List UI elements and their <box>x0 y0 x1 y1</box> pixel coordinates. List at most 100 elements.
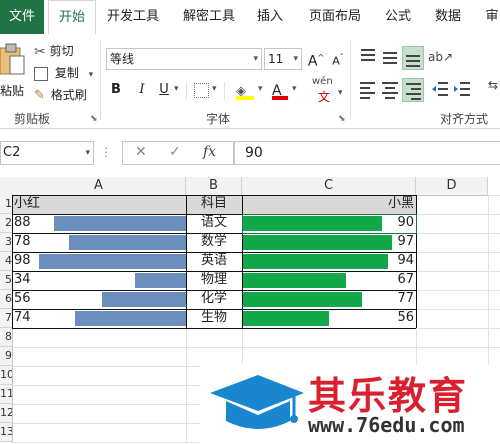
cell-score-a[interactable]: 34 <box>12 271 186 289</box>
underline-button[interactable]: U <box>154 80 174 100</box>
font-name-select[interactable]: 等线 ▾ <box>106 48 262 70</box>
align-left-icon <box>360 82 375 99</box>
table-border <box>12 290 416 291</box>
cell-score-c[interactable]: 77 <box>242 290 416 308</box>
increase-indent-button[interactable] <box>452 78 472 100</box>
cell-score-a[interactable]: 78 <box>12 233 186 251</box>
chevron-down-icon[interactable]: ▾ <box>212 84 217 94</box>
table-border <box>12 328 416 329</box>
chevron-down-icon: ▾ <box>253 54 258 64</box>
cell-header-c[interactable]: 小黑 <box>242 195 416 213</box>
column-header-d[interactable]: D <box>416 177 488 196</box>
orientation-icon[interactable]: ab↗ <box>428 50 453 64</box>
copy-button[interactable]: 复制 ▾ <box>34 63 93 83</box>
column-header-c[interactable]: C <box>242 177 416 196</box>
tab-home[interactable]: 开始 <box>48 0 96 36</box>
cell-score-a[interactable]: 74 <box>12 309 186 327</box>
cell-subject[interactable]: 语文 <box>186 214 242 232</box>
copy-dropdown-icon: ▾ <box>88 70 94 80</box>
chevron-down-icon[interactable]: ▾ <box>85 142 90 164</box>
bold-button[interactable]: B <box>106 80 126 100</box>
clipboard-launcher-icon[interactable]: ⬊ <box>90 114 98 124</box>
row-header[interactable]: 11 <box>0 385 13 404</box>
cut-button[interactable]: ✂ 剪切 <box>34 41 74 61</box>
italic-button[interactable]: I <box>132 80 152 100</box>
cell-subject[interactable]: 物理 <box>186 271 242 289</box>
font-launcher-icon[interactable]: ⬊ <box>338 114 346 124</box>
chevron-down-icon[interactable]: ▾ <box>292 84 297 94</box>
cell-subject[interactable]: 化学 <box>186 290 242 308</box>
group-separator <box>100 40 101 120</box>
tab-review[interactable]: 审 <box>482 0 500 34</box>
chevron-down-icon[interactable]: ▾ <box>258 84 263 94</box>
align-top-button[interactable] <box>358 46 378 68</box>
enter-icon[interactable]: ✓ <box>169 144 181 160</box>
cell-score-c[interactable]: 97 <box>242 233 416 251</box>
align-center-button[interactable] <box>380 78 400 100</box>
row-header[interactable]: 9 <box>0 347 13 366</box>
column-header-a[interactable]: A <box>12 177 186 196</box>
tab-developer[interactable]: 开发工具 <box>100 0 166 34</box>
divider <box>186 82 187 100</box>
formula-bar-handle-icon[interactable]: ⋮ <box>100 145 112 159</box>
cancel-icon[interactable]: ✕ <box>135 144 147 160</box>
align-right-button[interactable] <box>402 78 424 102</box>
font-color-button[interactable]: A <box>272 80 290 102</box>
borders-icon[interactable] <box>194 83 209 98</box>
table-border <box>12 271 416 272</box>
format-painter-button[interactable]: ✎ 格式刷 <box>34 85 87 105</box>
align-right-icon <box>406 83 421 100</box>
decrease-indent-button[interactable] <box>430 78 450 100</box>
cell-score-c[interactable]: 56 <box>242 309 416 327</box>
cut-label: 剪切 <box>49 44 74 58</box>
row-header[interactable]: 12 <box>0 404 13 423</box>
cell-subject[interactable]: 英语 <box>186 252 242 270</box>
grow-font-button[interactable]: A^ <box>306 48 326 70</box>
cell-score-c[interactable]: 94 <box>242 252 416 270</box>
fill-color-swatch <box>236 96 254 100</box>
cell-score-a[interactable]: 88 <box>12 214 186 232</box>
chevron-down-icon[interactable]: ▾ <box>338 88 343 98</box>
align-bottom-button[interactable] <box>402 46 424 70</box>
cell-score-c[interactable]: 67 <box>242 271 416 289</box>
insert-function-icon[interactable]: fx <box>203 144 216 160</box>
table-border <box>186 195 187 328</box>
worksheet-grid[interactable]: A B C D 1 2 3 4 5 6 7 8 9 10 11 12 13 小红 科目 小黑 88 语文 90 78 数学 97 9… <box>0 177 500 444</box>
shrink-font-button[interactable]: Aˇ <box>328 48 348 68</box>
brand-url: www.76edu.com <box>308 413 465 437</box>
chevron-down-icon[interactable]: ▾ <box>174 84 179 94</box>
wrap-text-icon[interactable]: ⇆ <box>488 78 500 100</box>
row-header[interactable]: 10 <box>0 366 13 385</box>
cell-subject[interactable]: 生物 <box>186 309 242 327</box>
cell-header-b[interactable]: 科目 <box>186 195 242 213</box>
cell-score-a[interactable]: 98 <box>12 252 186 270</box>
tab-insert[interactable]: 插入 <box>250 0 290 34</box>
font-size-select[interactable]: 11 ▾ <box>264 48 302 70</box>
tab-file[interactable]: 文件 <box>0 0 44 34</box>
name-box[interactable]: C2 ▾ <box>0 141 94 165</box>
increase-indent-icon <box>454 82 470 96</box>
paste-button[interactable]: 粘贴 <box>0 42 26 102</box>
phonetic-icon: wén <box>312 76 333 87</box>
fill-color-button[interactable]: ◈ <box>236 80 256 102</box>
table-border <box>12 195 416 196</box>
phonetic-button[interactable]: wén <box>312 76 333 87</box>
row-header[interactable]: 8 <box>0 328 13 347</box>
tab-formulas[interactable]: 公式 <box>378 0 418 34</box>
cell-score-a[interactable]: 56 <box>12 290 186 308</box>
formula-input[interactable]: 90 <box>234 141 500 165</box>
tab-decrypt-tools[interactable]: 解密工具 <box>176 0 242 34</box>
align-left-button[interactable] <box>358 78 378 100</box>
align-middle-button[interactable] <box>380 46 400 68</box>
tab-page-layout[interactable]: 页面布局 <box>302 0 368 34</box>
cell-header-a[interactable]: 小红 <box>12 195 186 213</box>
align-top-icon <box>361 49 375 61</box>
font-size-value: 11 <box>268 52 284 66</box>
copy-label: 复制 <box>54 66 79 80</box>
tab-data[interactable]: 数据 <box>428 0 468 34</box>
alignment-group-label: 对齐方式 <box>440 112 489 126</box>
formula-bar: C2 ▾ ⋮ ✕ ✓ fx 90 <box>0 137 500 167</box>
cell-subject[interactable]: 数学 <box>186 233 242 251</box>
row-header[interactable]: 13 <box>0 423 13 442</box>
column-header-b[interactable]: B <box>186 177 242 196</box>
